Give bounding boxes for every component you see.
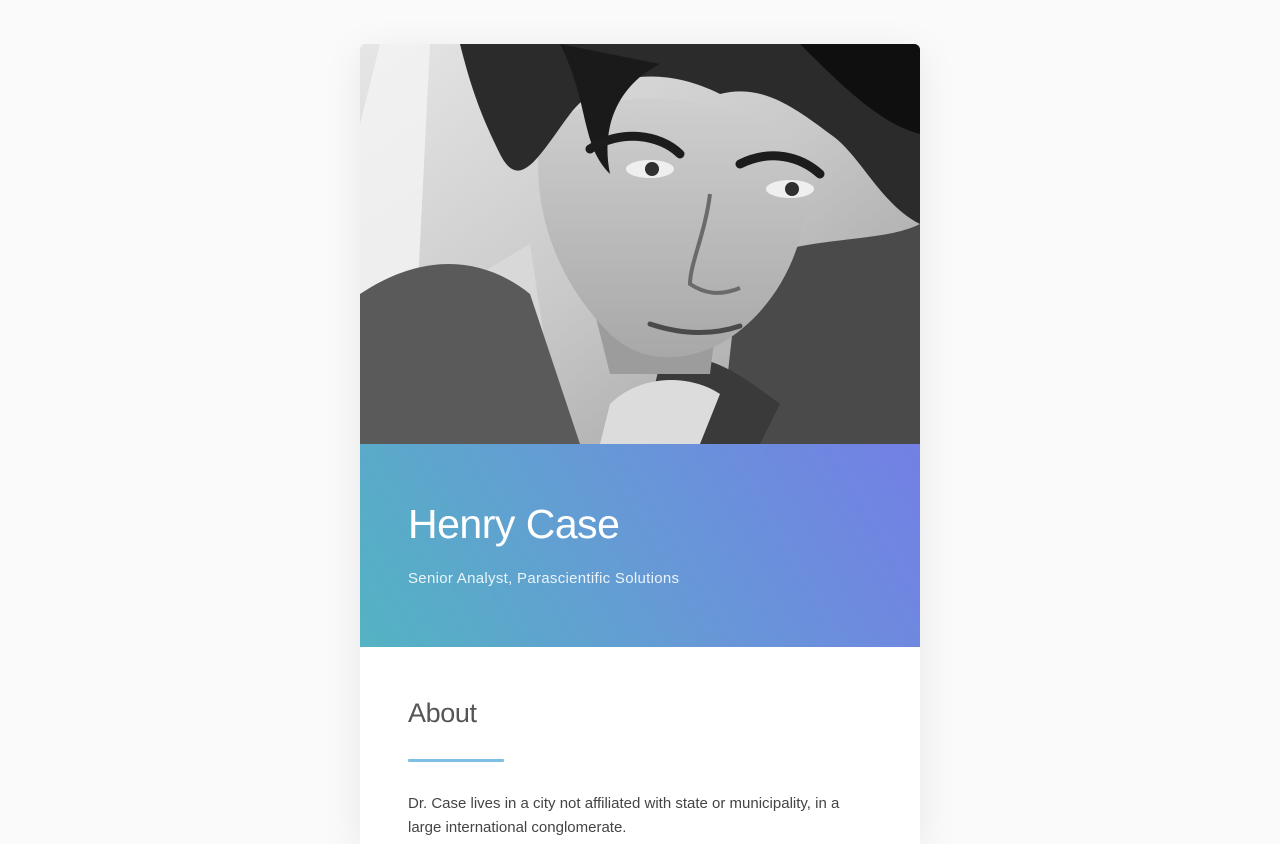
about-body: Dr. Case lives in a city not affiliated … [408, 795, 840, 836]
about-heading: About [408, 698, 477, 728]
profile-job-title: Senior Analyst, Parascientific Solutions [408, 570, 680, 587]
portrait-image [360, 44, 920, 444]
about-section: About Dr. Case lives in a city not affil… [360, 647, 920, 840]
heading-underline [408, 759, 504, 762]
profile-header: Henry Case Senior Analyst, Parascientifi… [360, 444, 920, 647]
portrait-illustration [360, 44, 920, 444]
profile-card: Henry Case Senior Analyst, Parascientifi… [360, 44, 920, 844]
profile-name: Henry Case [408, 501, 620, 547]
